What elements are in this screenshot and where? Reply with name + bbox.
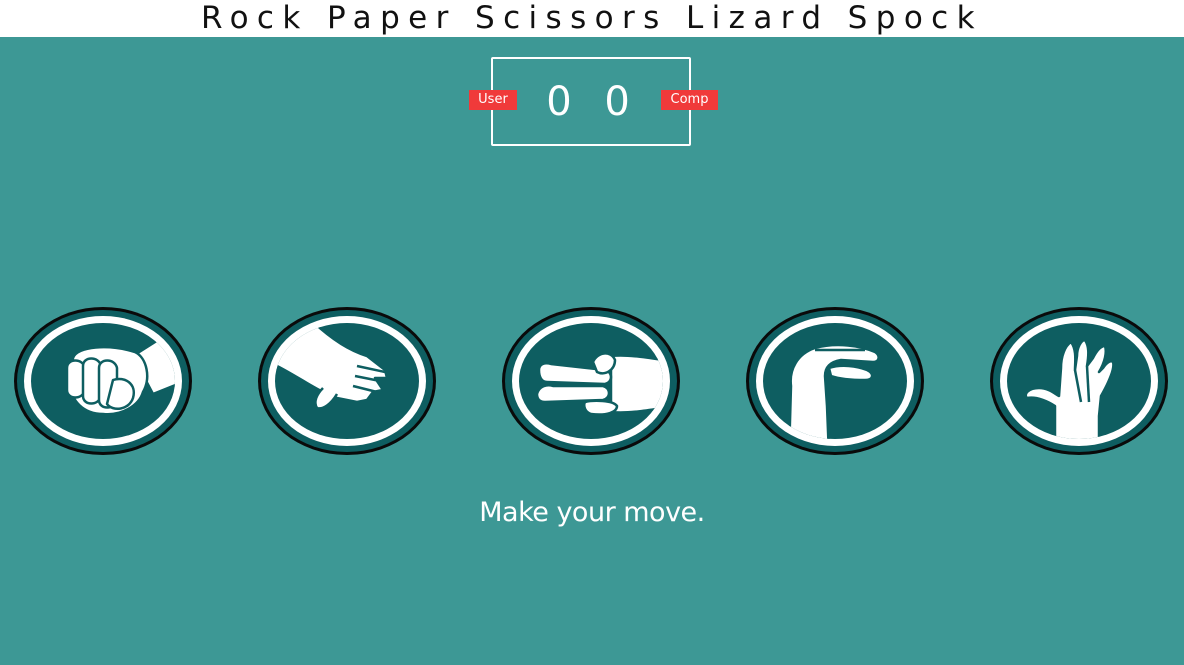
lizard-hand-icon — [746, 307, 924, 455]
choice-scissors[interactable] — [501, 306, 681, 456]
score-display: 0 0 — [546, 79, 640, 125]
comp-badge: Comp — [661, 90, 718, 110]
title-bar: Rock Paper Scissors Lizard Spock — [0, 0, 1184, 37]
spock-hand-icon — [990, 307, 1168, 455]
paper-hand-icon — [258, 307, 436, 455]
choice-spock[interactable] — [989, 306, 1169, 456]
game-title: Rock Paper Scissors Lizard Spock — [201, 0, 983, 36]
user-badge: User — [469, 90, 517, 110]
choice-lizard[interactable] — [745, 306, 925, 456]
status-message: Make your move. — [479, 497, 705, 528]
choice-paper[interactable] — [257, 306, 437, 456]
scissors-hand-icon — [502, 307, 680, 455]
choice-rock[interactable] — [13, 306, 193, 456]
rock-hand-icon — [14, 307, 192, 455]
